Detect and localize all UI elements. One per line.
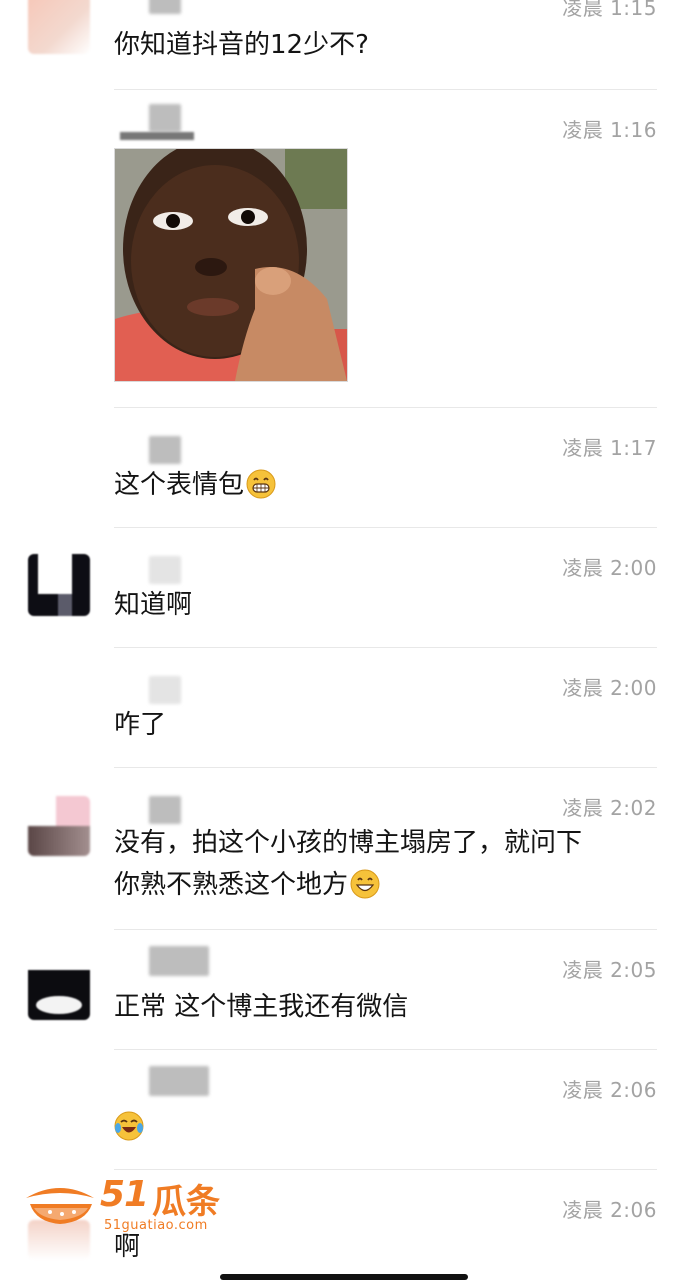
watermark-logo: 51 瓜条 51guatiao.com (20, 1170, 240, 1240)
sender-name (149, 946, 209, 976)
message-item[interactable]: 凌晨 1:17 这个表情包 (0, 408, 687, 528)
message-time: 凌晨 1:15 (562, 0, 657, 20)
message-item[interactable]: 凌晨 2:06 (0, 1050, 687, 1170)
avatar[interactable] (28, 796, 90, 856)
message-item[interactable]: 凌晨 1:15 你知道抖音的12少不? (0, 0, 687, 90)
message-text-line: 你熟不熟悉这个地方 (114, 864, 647, 906)
watermark-brand: 瓜条 (152, 1182, 220, 1222)
message-time: 凌晨 2:06 (562, 1198, 657, 1222)
tears-of-joy-emoji (114, 1111, 144, 1141)
watermark-number: 51 (100, 1174, 149, 1215)
sender-name (149, 436, 181, 464)
message-text[interactable]: 正常 这个博主我还有微信 (114, 986, 647, 1028)
sender-name (149, 104, 181, 132)
grinning-teeth-emoji (246, 469, 276, 499)
message-item[interactable]: 凌晨 2:02 没有，拍这个小孩的博主塌房了，就问下 你熟不熟悉这个地方 (0, 768, 687, 930)
message-time: 凌晨 1:16 (562, 118, 657, 142)
avatar[interactable] (28, 0, 90, 54)
message-time: 凌晨 2:02 (562, 796, 657, 820)
sender-name (149, 556, 181, 584)
message-text[interactable] (114, 1106, 647, 1148)
message-item[interactable]: 凌晨 2:00 咋了 (0, 648, 687, 768)
avatar[interactable] (28, 956, 90, 1020)
message-text[interactable]: 没有，拍这个小孩的博主塌房了，就问下 你熟不熟悉这个地方 (114, 822, 647, 906)
message-time: 凌晨 2:05 (562, 958, 657, 982)
message-text[interactable]: 你知道抖音的12少不? (114, 24, 647, 66)
message-text-line: 没有，拍这个小孩的博主塌房了，就问下 (114, 828, 583, 858)
message-time: 凌晨 2:00 (562, 676, 657, 700)
avatar[interactable] (28, 554, 90, 616)
home-indicator (220, 1274, 468, 1280)
watermark-url: 51guatiao.com (104, 1218, 208, 1233)
meme-photo[interactable] (114, 148, 348, 382)
sender-name (149, 796, 181, 824)
meme-photo-child (115, 149, 347, 381)
message-text[interactable]: 这个表情包 (114, 464, 647, 506)
message-time: 凌晨 2:06 (562, 1078, 657, 1102)
message-text[interactable]: 咋了 (114, 704, 647, 746)
message-time: 凌晨 1:17 (562, 436, 657, 460)
sender-name (149, 1066, 209, 1096)
message-item[interactable]: 凌晨 2:00 知道啊 (0, 528, 687, 648)
message-time: 凌晨 2:00 (562, 556, 657, 580)
sender-name (149, 0, 181, 14)
message-text-content: 这个表情包 (114, 470, 245, 500)
sender-name (149, 676, 181, 704)
sender-name-underline (120, 132, 194, 140)
message-text[interactable]: 知道啊 (114, 584, 647, 626)
message-item[interactable]: 凌晨 2:05 正常 这个博主我还有微信 (0, 930, 687, 1050)
grin-emoji (350, 869, 380, 899)
